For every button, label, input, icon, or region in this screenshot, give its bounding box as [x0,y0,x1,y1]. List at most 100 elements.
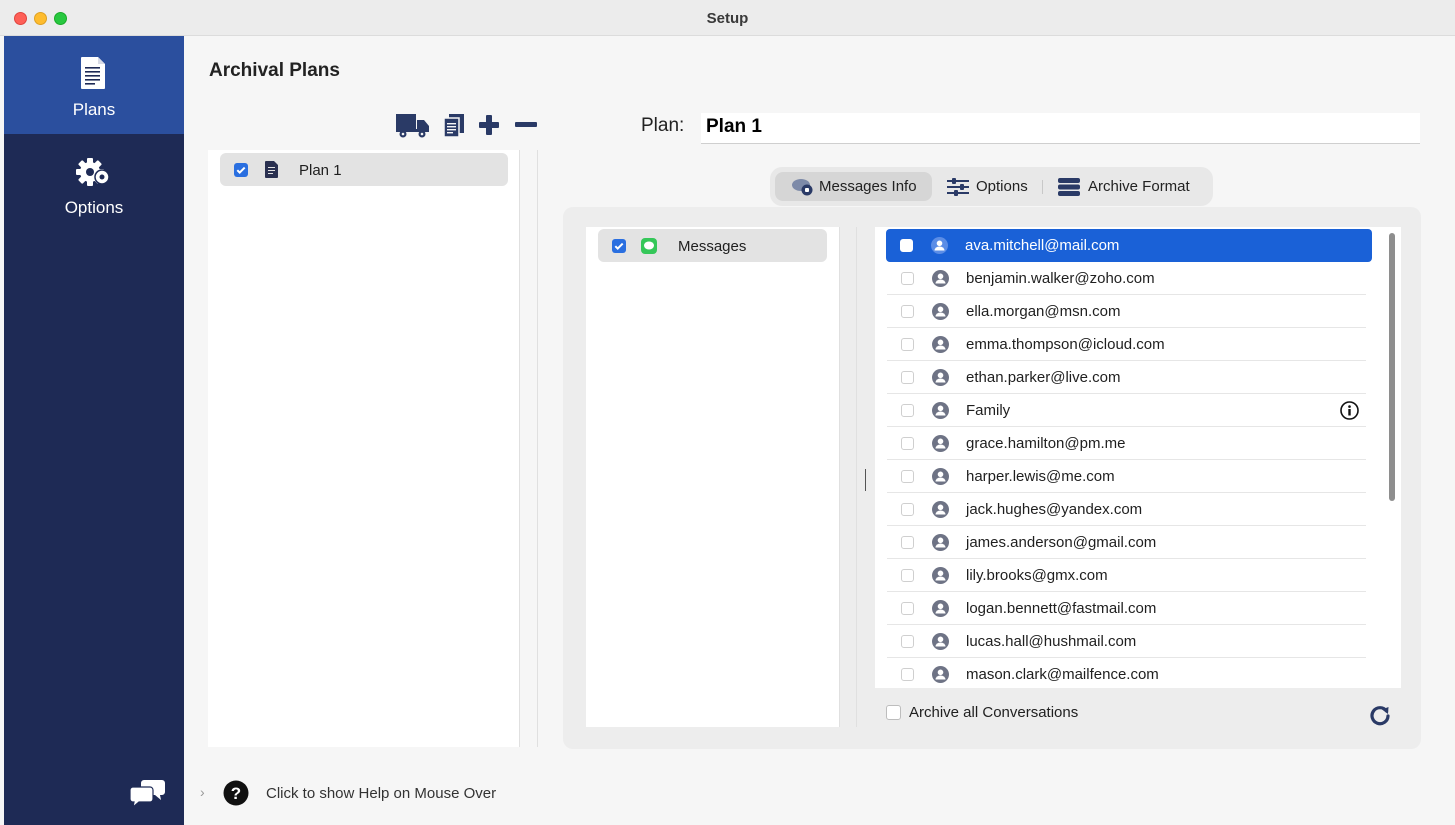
document-icon [80,56,106,95]
tab-messages-info[interactable]: Messages Info [775,172,932,201]
help-question-icon: ? [223,780,249,811]
conversation-name: harper.lewis@me.com [966,468,1115,485]
tab-label: Archive Format [1088,178,1190,195]
tab-bar: Messages Info Options Archive Format [770,167,1213,206]
conversation-row[interactable]: ethan.parker@live.com [887,361,1366,394]
conversation-name: emma.thompson@icloud.com [966,336,1165,353]
conversation-checkbox[interactable] [901,437,914,450]
sidebar-item-plans[interactable]: Plans [4,36,184,134]
conversation-checkbox[interactable] [900,239,913,252]
conversation-row[interactable]: benjamin.walker@zoho.com [887,262,1366,295]
conversation-row[interactable]: lucas.hall@hushmail.com [887,625,1366,658]
sidebar-item-options[interactable]: Options [4,134,184,232]
title-bar: Setup [0,0,1455,36]
conversation-checkbox[interactable] [901,503,914,516]
divider [537,150,538,747]
plan-list: Plan 1 [208,150,520,747]
source-list: Messages [586,227,840,727]
svg-text:?: ? [231,784,241,803]
pane-splitter[interactable] [865,469,866,491]
conversation-checkbox[interactable] [901,602,914,615]
person-icon [932,567,949,589]
messages-info-icon [791,178,815,200]
chat-bubbles-icon[interactable] [129,778,166,809]
setup-window: Setup Plans Options Archival Plans Plan … [0,0,1455,825]
conversation-checkbox[interactable] [901,272,914,285]
divider [856,227,857,727]
conversation-checkbox[interactable] [901,338,914,351]
conversation-checkbox[interactable] [901,536,914,549]
refresh-icon[interactable] [1369,704,1391,726]
person-icon [932,336,949,358]
person-icon [932,402,949,424]
messages-info-panel: Messages ava.mitchell@mail.com benjamin.w… [563,207,1421,749]
truck-icon[interactable] [396,112,430,138]
conversation-row[interactable]: ella.morgan@msn.com [887,295,1366,328]
list-item[interactable]: Plan 1 [220,153,508,186]
source-checkbox[interactable] [612,239,626,258]
plus-icon[interactable] [477,112,501,138]
conversation-checkbox[interactable] [901,668,914,681]
messages-app-icon [641,238,657,259]
conversation-checkbox[interactable] [901,404,914,417]
person-icon [932,600,949,622]
conversation-row[interactable]: Family [887,394,1366,427]
conversation-list: ava.mitchell@mail.com benjamin.walker@zoh… [875,227,1401,688]
conversation-name: james.anderson@gmail.com [966,534,1157,551]
document-icon [265,161,278,183]
scrollbar[interactable] [1389,233,1395,501]
conversation-checkbox[interactable] [901,305,914,318]
main-content: Archival Plans Plan 1 Plan: Plan 1 Messa… [184,36,1455,825]
conversation-row[interactable]: james.anderson@gmail.com [887,526,1366,559]
conversation-name: lily.brooks@gmx.com [966,567,1108,584]
person-icon [931,237,948,259]
person-icon [932,435,949,457]
sidebar: Plans Options [4,36,184,825]
person-icon [932,468,949,490]
conversation-row[interactable]: jack.hughes@yandex.com [887,493,1366,526]
tab-archive-format[interactable]: Archive Format [1050,172,1208,201]
person-icon [932,666,949,688]
conversation-checkbox[interactable] [901,371,914,384]
conversation-name: ethan.parker@live.com [966,369,1121,386]
conversation-row[interactable]: ava.mitchell@mail.com [886,229,1372,262]
conversation-row[interactable]: grace.hamilton@pm.me [887,427,1366,460]
conversation-name: logan.bennett@fastmail.com [966,600,1157,617]
conversation-row[interactable]: harper.lewis@me.com [887,460,1366,493]
conversation-name: benjamin.walker@zoho.com [966,270,1155,287]
list-item[interactable]: Messages [598,229,827,262]
tab-options[interactable]: Options [940,172,1036,201]
chevron-right-icon: › [200,784,205,800]
plan-label: Plan: [641,115,685,136]
sliders-icon [947,178,969,200]
conversation-name: mason.clark@mailfence.com [966,666,1159,683]
conversation-name: ava.mitchell@mail.com [965,237,1120,254]
divider [1042,180,1043,194]
plan-name: Plan 1 [299,162,342,179]
plan-name-field[interactable]: Plan 1 [701,113,1420,144]
conversation-checkbox[interactable] [901,569,914,582]
conversation-row[interactable]: lily.brooks@gmx.com [887,559,1366,592]
sidebar-item-label: Plans [72,100,116,119]
info-icon[interactable] [1340,401,1359,425]
conversation-name: ella.morgan@msn.com [966,303,1121,320]
tab-label: Messages Info [819,178,917,195]
conversation-name: lucas.hall@hushmail.com [966,633,1137,650]
sidebar-item-label: Options [64,198,124,217]
conversation-row[interactable]: mason.clark@mailfence.com [887,658,1366,688]
person-icon [932,303,949,325]
checkbox[interactable] [886,705,901,720]
conversation-checkbox[interactable] [901,470,914,483]
source-name: Messages [678,238,747,255]
window-title: Setup [706,10,749,27]
conversation-row[interactable]: logan.bennett@fastmail.com [887,592,1366,625]
conversation-name: jack.hughes@yandex.com [966,501,1143,518]
minus-icon[interactable] [513,112,539,138]
person-icon [932,369,949,391]
duplicate-icon[interactable] [442,112,466,138]
archive-all-label: Archive all Conversations [909,704,1079,721]
conversation-checkbox[interactable] [901,635,914,648]
person-icon [932,501,949,523]
plan-checkbox[interactable] [234,163,248,182]
conversation-row[interactable]: emma.thompson@icloud.com [887,328,1366,361]
